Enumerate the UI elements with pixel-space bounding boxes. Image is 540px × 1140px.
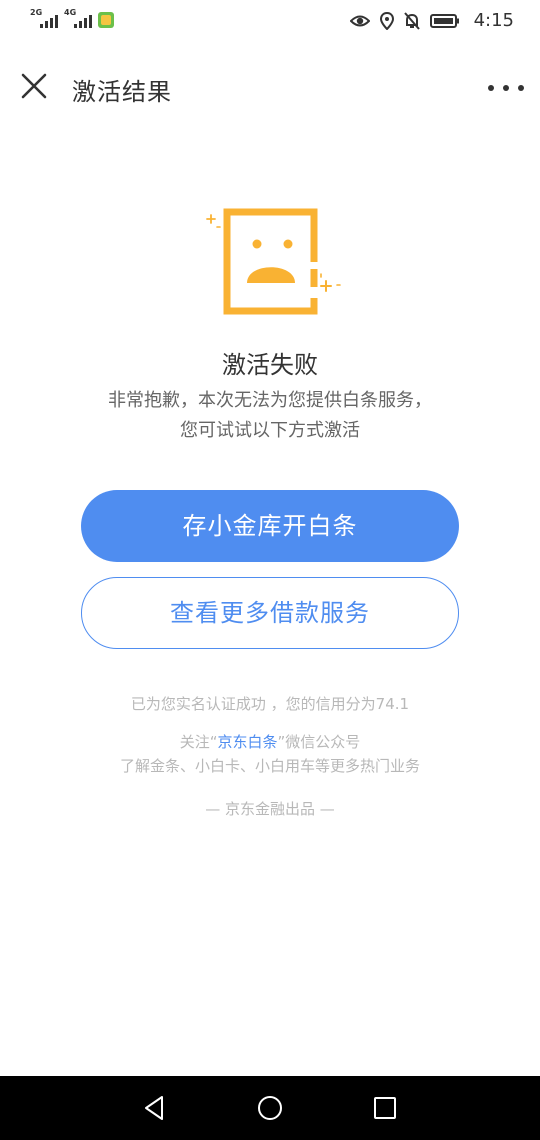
location-icon [379,11,394,30]
more-icon-dot [518,85,524,91]
nav-bar: 激活结果 [0,56,540,120]
more-button[interactable] [488,78,524,98]
home-icon [258,1096,282,1120]
signal-2g-label: 2G [30,8,43,17]
back-button[interactable] [141,1094,169,1122]
status-left: 2G 4G [30,8,114,28]
result-description: 非常抱歉，本次无法为您提供白条服务， 您可试试以下方式激活 [0,386,540,446]
app-notification-icon [98,12,114,28]
follow-prefix: 关注“ [179,733,218,751]
recents-icon [374,1097,396,1119]
system-nav-bar [0,1076,540,1140]
brand-text: — 京东金融出品 — [205,800,335,818]
follow-suffix: ”微信公众号 [277,733,361,751]
promo-text: 了解金条、小白卡、小白用车等更多热门业务 [119,757,420,775]
back-icon [145,1096,163,1120]
eye-icon [349,15,370,26]
close-icon [21,73,47,99]
open-treasury-button[interactable]: 存小金库开白条 [81,490,459,562]
signal-4g-label: 4G [64,8,77,17]
page-title: 激活结果 [72,78,172,106]
battery-icon [429,13,459,28]
follow-account-link[interactable]: 京东白条 [217,733,277,751]
close-button[interactable] [18,70,50,102]
status-time: 4:15 [473,10,514,31]
sad-card-icon [206,208,341,315]
more-icon-dot [488,85,494,91]
more-icon-dot [503,85,509,91]
credit-score-text: 已为您实名认证成功 ，您的信用分为74.1 [130,695,410,713]
footer-info: 已为您实名认证成功 ，您的信用分为74.1 关注“京东白条”微信公众号 了解金条… [0,692,540,778]
result-desc-line-1: 非常抱歉，本次无法为您提供白条服务， [108,390,432,411]
follow-line: 关注“京东白条”微信公众号 [0,730,540,754]
signal-2g-icon: 2G [30,8,58,28]
signal-4g-icon: 4G [64,8,92,28]
status-bar: 2G 4G 4:15 [0,0,540,46]
result-desc-line-2: 您可试试以下方式激活 [180,420,360,441]
more-loan-services-button[interactable]: 查看更多借款服务 [81,577,459,649]
status-right: 4:15 [349,10,514,31]
bell-off-icon [403,11,420,30]
recents-button[interactable] [371,1094,399,1122]
home-button[interactable] [256,1094,284,1122]
result-title: 激活失败 [222,351,318,379]
